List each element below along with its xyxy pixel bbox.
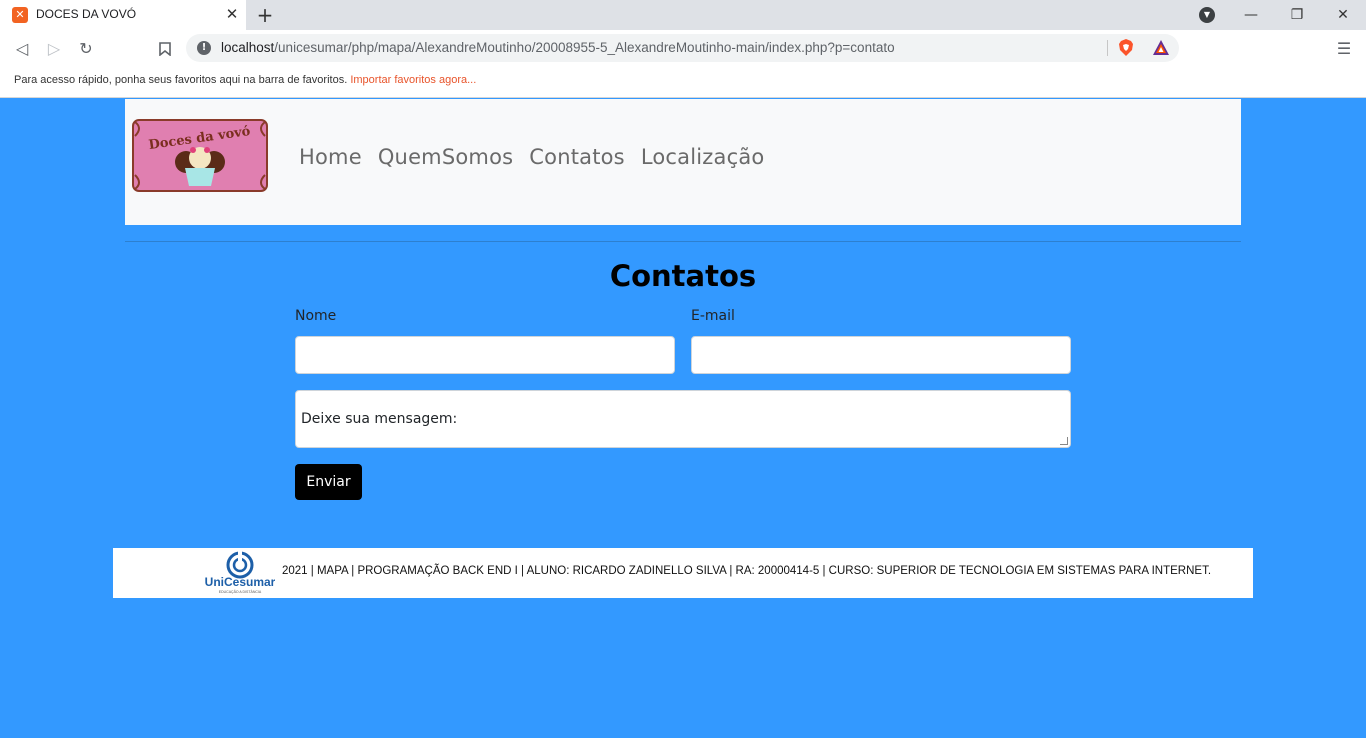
browser-tab[interactable]: ✕ DOCES DA VOVÓ ✕ — [0, 0, 246, 30]
new-tab-icon[interactable]: + — [254, 4, 276, 26]
browser-tabstrip: ✕ DOCES DA VOVÓ ✕ + ▼ — ❐ ✕ — [0, 0, 1366, 30]
unicesumar-logo-subtext: EDUCAÇÃO A DISTÂNCIA — [219, 589, 262, 594]
minimize-icon[interactable]: — — [1228, 0, 1274, 30]
omnibox-separator — [1107, 40, 1108, 56]
nav-localizacao[interactable]: Localização — [641, 145, 765, 169]
bookmarks-bar: Para acesso rápido, ponha seus favoritos… — [0, 66, 1366, 98]
email-label: E-mail — [691, 308, 735, 324]
xampp-favicon-icon: ✕ — [12, 7, 28, 23]
tab-close-icon[interactable]: ✕ — [224, 6, 240, 22]
unicesumar-logo: UniCesumar EDUCAÇÃO A DISTÂNCIA — [205, 551, 275, 594]
doces-da-vovo-logo[interactable]: Doces da vovó — [131, 118, 269, 193]
browser-toolbar: ◁ ▷ ↻ ! localhost/unicesumar/php/mapa/Al… — [0, 30, 1366, 66]
nav-home[interactable]: Home — [299, 145, 362, 169]
main-nav: Home QuemSomos Contatos Localização — [299, 145, 764, 169]
name-label: Nome — [295, 308, 337, 324]
back-icon[interactable]: ◁ — [11, 38, 33, 60]
resize-grip-icon[interactable] — [1060, 437, 1068, 445]
site-header: Doces da vovó Home QuemSomos Contatos Lo… — [125, 99, 1241, 225]
browser-menu-icon[interactable]: ☰ — [1333, 38, 1355, 60]
bookmark-icon[interactable] — [154, 38, 176, 60]
brave-shields-icon[interactable] — [1118, 39, 1134, 57]
name-input[interactable] — [295, 336, 675, 374]
email-input[interactable] — [691, 336, 1071, 374]
reload-icon[interactable]: ↻ — [75, 38, 97, 60]
forward-icon[interactable]: ▷ — [43, 38, 65, 60]
unicesumar-logo-text: UniCesumar — [205, 575, 275, 589]
page-title: Contatos — [609, 259, 757, 293]
nav-quem-somos[interactable]: QuemSomos — [378, 145, 513, 169]
tab-search-icon[interactable]: ▼ — [1199, 7, 1215, 23]
url-text[interactable]: localhost/unicesumar/php/mapa/AlexandreM… — [221, 40, 895, 55]
restore-icon[interactable]: ❐ — [1274, 0, 1320, 30]
close-window-icon[interactable]: ✕ — [1320, 0, 1366, 30]
bookmarks-hint: Para acesso rápido, ponha seus favoritos… — [14, 74, 477, 86]
import-bookmarks-link[interactable]: Importar favoritos agora... — [350, 74, 476, 86]
submit-button[interactable]: Enviar — [295, 464, 362, 500]
message-placeholder: Deixe sua mensagem: — [301, 411, 458, 427]
message-textarea[interactable]: Deixe sua mensagem: — [295, 390, 1071, 448]
tab-title: DOCES DA VOVÓ — [36, 7, 137, 21]
section-divider — [125, 241, 1241, 242]
brave-rewards-icon[interactable] — [1152, 39, 1170, 57]
site-info-icon[interactable]: ! — [197, 41, 211, 55]
nav-contatos[interactable]: Contatos — [529, 145, 625, 169]
address-bar[interactable]: ! localhost/unicesumar/php/mapa/Alexandr… — [186, 34, 1179, 62]
site-footer: UniCesumar EDUCAÇÃO A DISTÂNCIA 2021 | M… — [113, 548, 1253, 598]
footer-text: 2021 | MAPA | PROGRAMAÇÃO BACK END I | A… — [282, 565, 1212, 577]
